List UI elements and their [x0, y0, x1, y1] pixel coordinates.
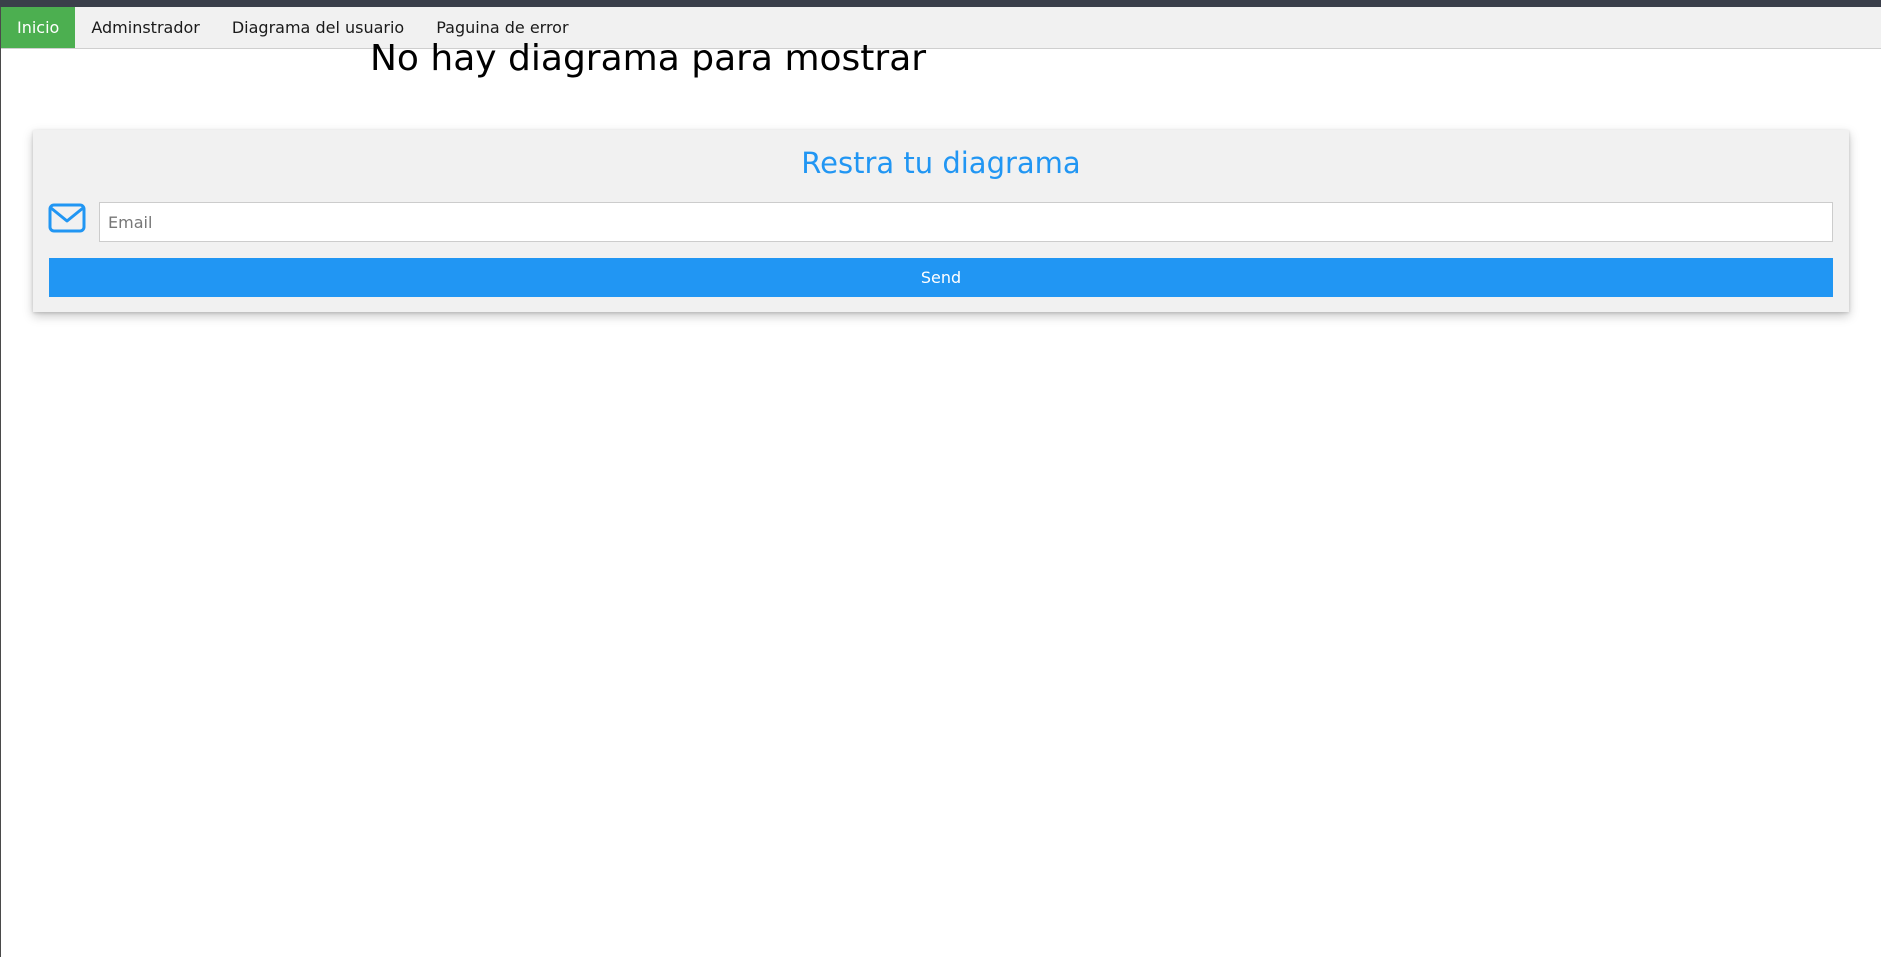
top-navbar: Inicio Adminstrador Diagrama del usuario…: [1, 7, 1881, 49]
nav-item-inicio[interactable]: Inicio: [1, 7, 76, 48]
card-title: Restra tu diagrama: [801, 146, 1081, 180]
register-diagram-card: Restra tu diagrama Send: [33, 130, 1849, 312]
window-left-border: [0, 7, 1, 957]
email-field[interactable]: [99, 202, 1833, 242]
envelope-icon: [48, 203, 86, 233]
page-headline: No hay diagrama para mostrar: [370, 38, 927, 79]
window-top-bar: [0, 0, 1881, 7]
nav-item-adminstrador[interactable]: Adminstrador: [75, 7, 216, 48]
send-button[interactable]: Send: [49, 258, 1833, 297]
